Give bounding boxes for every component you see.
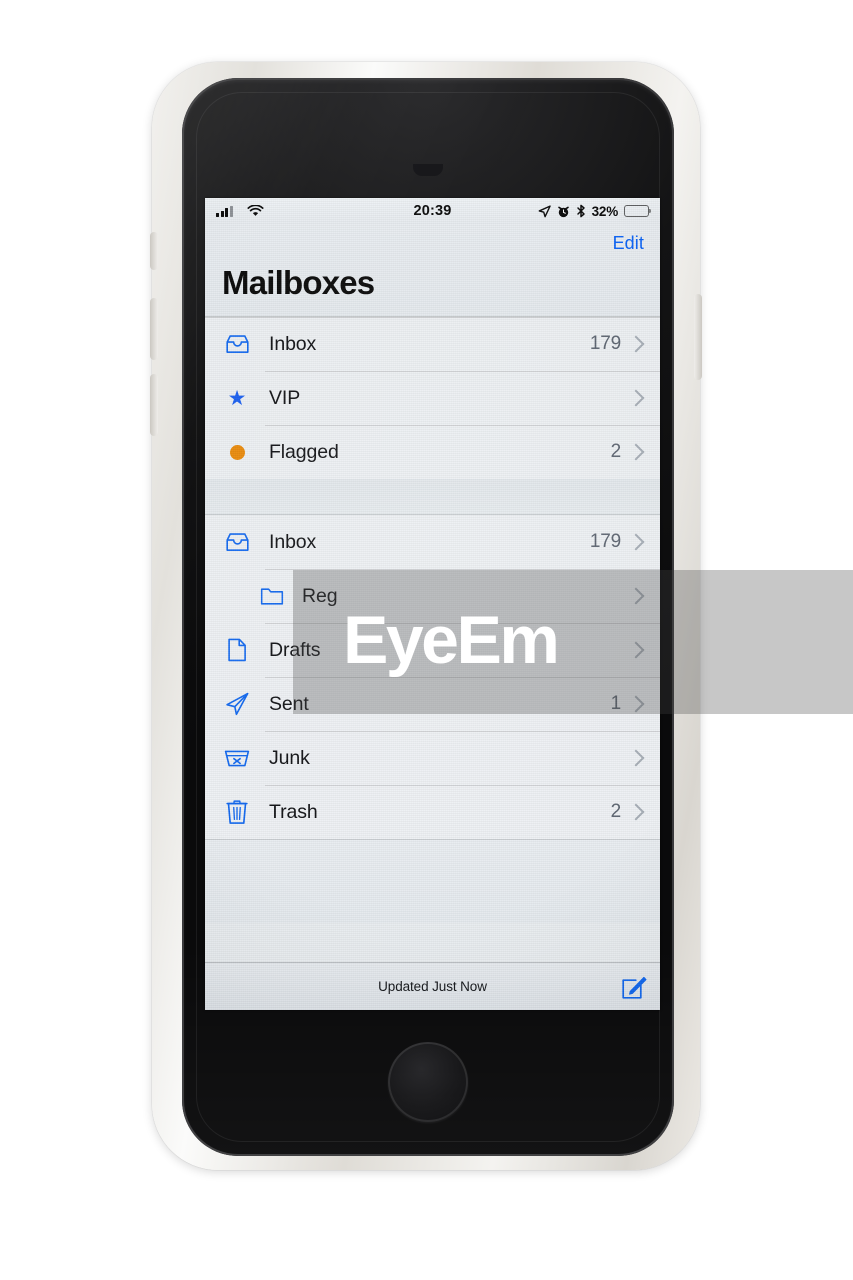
- list-item-label: Sent: [269, 692, 309, 715]
- mailbox-list[interactable]: Inbox 179 ★ VIP Flagged 2 Inbox 179 Reg …: [205, 317, 660, 923]
- updated-status-label: Updated Just Now: [378, 979, 487, 994]
- navigation-bar: Edit Mailboxes: [205, 224, 660, 316]
- nav-action-row: Edit: [221, 224, 644, 262]
- unread-count: 179: [589, 333, 621, 354]
- list-item[interactable]: Inbox 179: [205, 515, 660, 569]
- list-item[interactable]: Reg: [205, 569, 660, 623]
- list-item[interactable]: Drafts: [205, 623, 660, 677]
- unread-count: 179: [589, 531, 621, 552]
- bottom-toolbar: Updated Just Now: [205, 962, 660, 1010]
- page-title: Mailboxes: [222, 264, 375, 301]
- chevron-right-icon: [627, 587, 645, 605]
- status-bar-right: 32%: [538, 203, 652, 219]
- status-bar: 20:39 32%: [205, 198, 660, 224]
- location-arrow-icon: [538, 204, 551, 218]
- volume-up-button[interactable]: [150, 298, 158, 360]
- list-item-label: Drafts: [269, 638, 321, 661]
- list-item-label: Inbox: [269, 332, 317, 355]
- star-icon: ★: [227, 386, 247, 410]
- junk-bin-icon: [222, 747, 252, 769]
- compose-icon[interactable]: [621, 974, 647, 1000]
- chevron-right-icon: [627, 641, 645, 659]
- paper-plane-icon: [222, 692, 252, 716]
- bluetooth-icon: [576, 204, 586, 218]
- unread-count: 1: [610, 693, 622, 714]
- volume-down-button[interactable]: [150, 374, 158, 436]
- silent-switch[interactable]: [150, 232, 158, 270]
- chevron-right-icon: [627, 389, 645, 407]
- trash-can-icon: [222, 799, 252, 825]
- battery-percent-label: 32%: [591, 203, 619, 219]
- chevron-right-icon: [627, 335, 645, 353]
- folder-icon: [257, 587, 287, 606]
- list-item-label: Junk: [269, 746, 310, 769]
- edit-button[interactable]: Edit: [613, 233, 644, 254]
- list-item[interactable]: Flagged 2: [205, 425, 660, 479]
- chevron-right-icon: [627, 695, 645, 713]
- chevron-right-icon: [627, 533, 645, 551]
- list-item-label: VIP: [269, 386, 301, 409]
- mailbox-section-favorites: Inbox 179 ★ VIP Flagged 2: [205, 317, 660, 479]
- chevron-right-icon: [627, 443, 645, 461]
- chevron-right-icon: [627, 803, 645, 821]
- document-icon: [222, 638, 252, 662]
- top-notch-detail: [413, 164, 443, 176]
- inbox-tray-icon: [222, 334, 252, 355]
- battery-icon: [624, 205, 652, 217]
- unread-count: 2: [610, 801, 622, 822]
- list-item-label: Inbox: [269, 530, 317, 553]
- section-separator: [205, 479, 660, 515]
- alarm-clock-icon: [557, 205, 570, 218]
- power-button[interactable]: [694, 294, 702, 380]
- list-bottom-space: [205, 839, 660, 923]
- list-item[interactable]: ★ VIP: [205, 371, 660, 425]
- unread-count: 2: [610, 441, 622, 462]
- list-item-label: Flagged: [269, 440, 339, 463]
- chevron-right-icon: [627, 749, 645, 767]
- product-photo-stage: 20:39 32% Edit Mailboxes Inbox 179 ★ VIP…: [0, 0, 853, 1280]
- list-item[interactable]: Trash 2: [205, 785, 660, 839]
- list-item[interactable]: Inbox 179: [205, 317, 660, 371]
- phone-screen: 20:39 32% Edit Mailboxes Inbox 179 ★ VIP…: [205, 198, 660, 1010]
- list-item[interactable]: Sent 1: [205, 677, 660, 731]
- home-button[interactable]: [388, 1042, 468, 1122]
- list-item-label: Trash: [269, 800, 318, 823]
- inbox-tray-icon: [222, 532, 252, 553]
- list-item-label: Reg: [302, 584, 338, 607]
- flag-dot-icon: [222, 444, 252, 460]
- list-item[interactable]: Junk: [205, 731, 660, 785]
- mailbox-section-accounts: Inbox 179 Reg Drafts Sent 1 Junk Trash 2: [205, 515, 660, 839]
